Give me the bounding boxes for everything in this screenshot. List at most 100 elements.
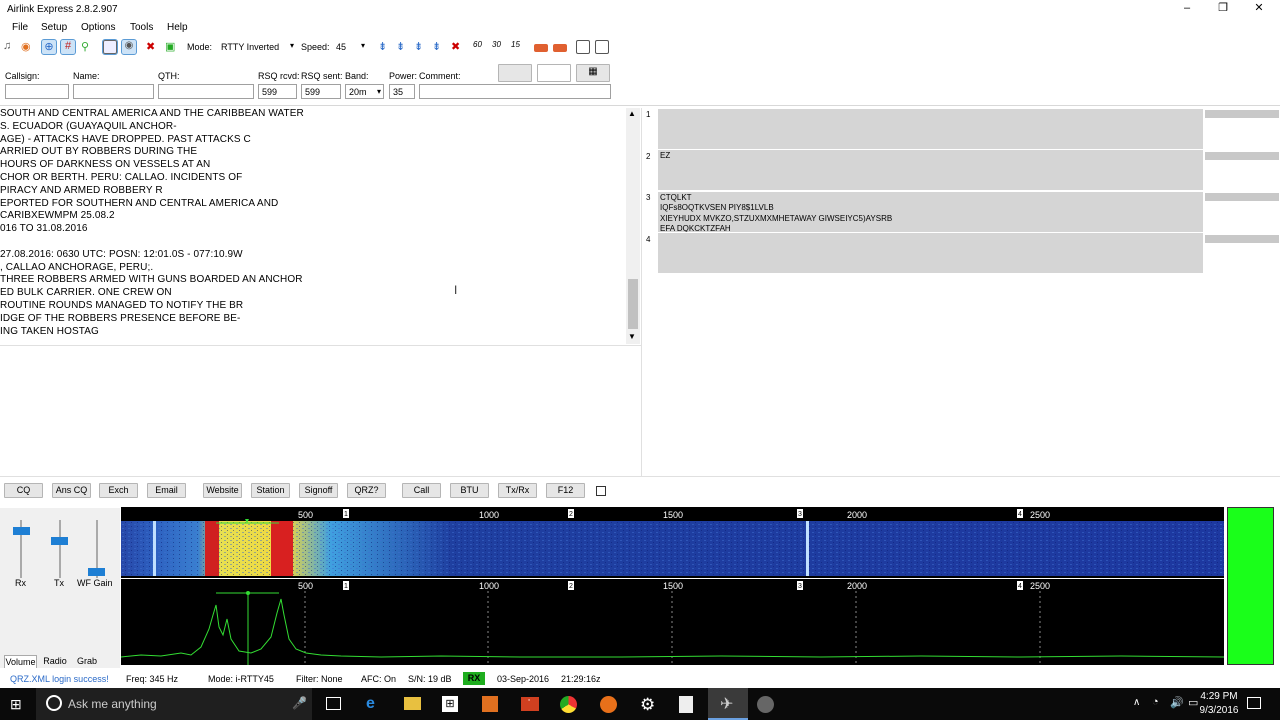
station-button[interactable]: Station — [251, 483, 290, 498]
scroll-up-icon[interactable]: ▲ — [628, 109, 636, 118]
menu-setup[interactable]: Setup — [41, 22, 67, 33]
list-icon[interactable] — [102, 39, 118, 55]
chrome-icon[interactable] — [560, 696, 577, 713]
f12-button[interactable]: F12 — [546, 483, 585, 498]
tab-volume[interactable]: Volume — [4, 655, 37, 668]
file-explorer-icon[interactable] — [404, 697, 421, 710]
music-icon[interactable]: ♫ — [3, 40, 17, 54]
windows-start-icon[interactable]: ⊞ — [10, 697, 25, 712]
scrollbar-thumb[interactable] — [628, 279, 638, 329]
save-icon[interactable]: ▣ — [165, 40, 179, 54]
maximize-button[interactable]: ❐ — [1205, 0, 1241, 18]
taskbar-time[interactable]: 4:29 PM — [1194, 691, 1244, 702]
receive-text-pane[interactable]: SOUTH AND CENTRAL AMERICA AND THE CARIBB… — [0, 108, 625, 344]
cq-button[interactable]: CQ — [4, 483, 43, 498]
band-select[interactable]: 20m ▾ — [345, 84, 384, 99]
menu-file[interactable]: File — [12, 22, 28, 33]
minimize-button[interactable]: – — [1169, 0, 1205, 18]
media-icon[interactable] — [482, 696, 498, 712]
delete-icon[interactable]: ✖ — [146, 40, 160, 54]
align-icon[interactable]: ⇟ — [378, 40, 392, 54]
align-icon[interactable]: ⇟ — [396, 40, 410, 54]
rsq-sent-field[interactable]: 599 — [301, 84, 341, 99]
tray-chevron-icon[interactable]: ∧ — [1133, 697, 1140, 708]
align-icon[interactable]: ⇟ — [432, 40, 446, 54]
scroll-down-icon[interactable]: ▼ — [628, 332, 636, 341]
settings-gear-icon[interactable]: ⚙ — [640, 695, 655, 715]
pane-divider[interactable] — [641, 108, 642, 476]
clear-log-button[interactable] — [537, 64, 571, 82]
app-icon[interactable]: ﾟ — [521, 697, 539, 711]
comment-field[interactable] — [419, 84, 611, 99]
transmit-icon[interactable] — [553, 44, 567, 52]
btu-button[interactable]: BTU — [450, 483, 489, 498]
name-field[interactable] — [73, 84, 154, 99]
list-icon[interactable] — [595, 40, 609, 54]
tab-grab[interactable]: Grab — [73, 655, 101, 668]
marker-1[interactable]: 1 — [344, 583, 348, 590]
cross-icon[interactable]: ✖ — [451, 40, 465, 54]
speed-select[interactable]: 45 — [336, 42, 346, 52]
menu-help[interactable]: Help — [167, 22, 188, 33]
close-button[interactable]: ✕ — [1241, 0, 1277, 18]
website-button[interactable]: Website — [203, 483, 242, 498]
tx-slider-thumb[interactable] — [51, 537, 68, 545]
call-button[interactable]: Call — [402, 483, 441, 498]
rx-slider-thumb[interactable] — [13, 527, 30, 535]
volume-icon[interactable]: 🔊 — [1170, 696, 1184, 709]
ans-cq-button[interactable]: Ans CQ — [52, 483, 91, 498]
firefox-icon[interactable] — [600, 696, 617, 713]
tx-rx-button[interactable]: Tx/Rx — [498, 483, 537, 498]
email-button[interactable]: Email — [147, 483, 186, 498]
speed-60-icon[interactable]: 60 — [473, 40, 487, 54]
window-icon[interactable] — [576, 40, 590, 54]
task-view-icon[interactable] — [326, 697, 341, 710]
wf-gain-slider-thumb[interactable] — [88, 568, 105, 576]
waterfall-display[interactable]: 500 1000 1500 2000 2500 1 2 3 4 — [121, 507, 1224, 578]
decode-slot-3[interactable]: CTQLKT IQFs8OQTKVSEN PIY8$1LVLB XIEYHUDX… — [658, 192, 1203, 232]
marker-3[interactable]: 3 — [798, 583, 802, 590]
eye-icon[interactable]: ◉ — [121, 39, 137, 55]
signoff-button[interactable]: Signoff — [299, 483, 338, 498]
antenna-icon[interactable]: ◉ — [21, 40, 35, 54]
tune-icon[interactable]: ⊕ — [41, 39, 57, 55]
marker-1[interactable]: 1 — [344, 511, 348, 518]
tower-icon[interactable]: ⚲ — [81, 40, 95, 54]
marker-3[interactable]: 3 — [798, 511, 802, 518]
search-box[interactable]: Ask me anything 🎤 — [36, 688, 312, 720]
taskbar-date[interactable]: 9/3/2016 — [1194, 705, 1244, 716]
speed-30-icon[interactable]: 30 — [492, 40, 506, 54]
decode-slot-2[interactable]: EZ — [658, 150, 1203, 190]
exch-button[interactable]: Exch — [99, 483, 138, 498]
store-icon[interactable]: ⊞ — [442, 696, 458, 712]
lookup-button[interactable]: ▦ — [576, 64, 610, 82]
decode-slot-1[interactable] — [658, 109, 1203, 149]
grid-icon[interactable]: # — [60, 39, 76, 55]
network-icon[interactable]: ◔ — [1152, 696, 1159, 708]
chevron-down-icon[interactable]: ▾ — [290, 41, 294, 50]
document-icon[interactable] — [679, 696, 693, 713]
airlink-taskbar-button[interactable]: ✈ — [708, 688, 748, 720]
marker-2[interactable]: 2 — [569, 511, 573, 518]
checkbox[interactable] — [596, 486, 606, 496]
marker-4[interactable]: 4 — [1018, 583, 1022, 590]
marker-4[interactable]: 4 — [1018, 511, 1022, 518]
edge-icon[interactable]: e — [366, 695, 375, 713]
mode-select[interactable]: RTTY Inverted — [221, 42, 279, 52]
spectrum-display[interactable]: 500 1000 1500 2000 2500 1 2 3 4 — [121, 579, 1224, 665]
marker-2[interactable]: 2 — [569, 583, 573, 590]
transmit-icon[interactable] — [534, 44, 548, 52]
action-center-icon[interactable] — [1247, 697, 1261, 709]
tuning-cursor-icon[interactable] — [246, 591, 250, 595]
menu-options[interactable]: Options — [81, 22, 115, 33]
qrz-button[interactable]: QRZ? — [347, 483, 386, 498]
qth-field[interactable] — [158, 84, 254, 99]
menu-tools[interactable]: Tools — [130, 22, 153, 33]
callsign-field[interactable] — [5, 84, 69, 99]
chevron-down-icon[interactable]: ▾ — [361, 41, 365, 50]
align-icon[interactable]: ⇟ — [414, 40, 428, 54]
tab-radio[interactable]: Radio — [41, 655, 69, 668]
decode-slot-4[interactable] — [658, 233, 1203, 273]
app-icon[interactable] — [757, 696, 774, 713]
save-log-button[interactable] — [498, 64, 532, 82]
